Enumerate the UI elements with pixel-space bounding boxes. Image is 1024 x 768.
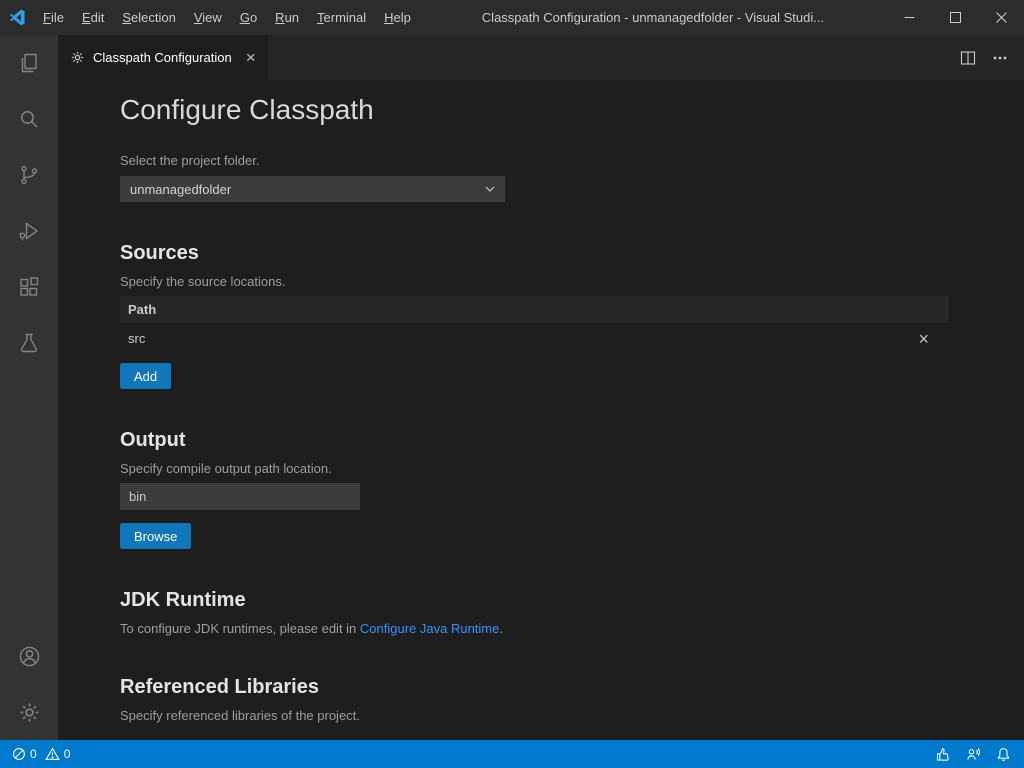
sources-description: Specify the source locations. (120, 274, 949, 289)
source-path-row[interactable]: src × (120, 323, 949, 354)
window-title: Classpath Configuration - unmanagedfolde… (420, 10, 886, 25)
jdk-text-prefix: To configure JDK runtimes, please edit i… (120, 621, 360, 636)
errors-icon (12, 747, 26, 761)
referenced-libraries-description: Specify referenced libraries of the proj… (120, 708, 949, 723)
menu-item-view[interactable]: View (185, 0, 231, 35)
source-control-icon[interactable] (0, 147, 58, 203)
referenced-libraries-section: Referenced Libraries Specify referenced … (120, 676, 949, 723)
maximize-button[interactable] (932, 0, 978, 35)
account-icon[interactable] (0, 628, 58, 684)
warnings-count: 0 (64, 747, 75, 761)
minimize-button[interactable] (886, 0, 932, 35)
output-section: Output Specify compile output path locat… (120, 429, 949, 549)
add-source-button[interactable]: Add (120, 363, 171, 389)
output-heading: Output (120, 429, 949, 452)
jdk-runtime-section: JDK Runtime To configure JDK runtimes, p… (120, 589, 949, 636)
sources-heading: Sources (120, 242, 949, 265)
page-title: Configure Classpath (120, 94, 949, 126)
java-status-thumbsup-icon[interactable] (930, 740, 956, 768)
menu-item-edit[interactable]: Edit (73, 0, 113, 35)
menu-item-file[interactable]: File (34, 0, 73, 35)
remove-source-icon[interactable]: × (918, 330, 929, 348)
browse-output-button[interactable]: Browse (120, 523, 191, 549)
source-path-value: src (128, 331, 145, 346)
sources-table: Path src × (120, 296, 949, 354)
editor-actions (960, 35, 1024, 80)
menu-item-selection[interactable]: Selection (113, 0, 184, 35)
settings-gear-icon[interactable] (0, 684, 58, 740)
run-debug-icon[interactable] (0, 203, 58, 259)
tab-label: Classpath Configuration (93, 50, 232, 65)
project-folder-selected-value: unmanagedfolder (130, 182, 231, 197)
menu-item-terminal[interactable]: Terminal (308, 0, 375, 35)
output-description: Specify compile output path location. (120, 461, 949, 476)
window-controls (886, 0, 1024, 35)
configure-java-runtime-link[interactable]: Configure Java Runtime (360, 621, 499, 636)
tab-close-icon[interactable]: × (246, 49, 256, 66)
search-icon[interactable] (0, 91, 58, 147)
close-window-button[interactable] (978, 0, 1024, 35)
explorer-icon[interactable] (0, 35, 58, 91)
classpath-config-tab-icon (70, 50, 85, 65)
menu-item-help[interactable]: Help (375, 0, 420, 35)
more-actions-icon[interactable] (992, 50, 1008, 66)
classpath-configuration-page: Configure Classpath Select the project f… (58, 80, 1024, 740)
status-bar-left: 0 0 (8, 747, 78, 761)
extensions-icon[interactable] (0, 259, 58, 315)
path-column-header: Path (128, 302, 156, 317)
jdk-runtime-heading: JDK Runtime (120, 589, 949, 612)
jdk-runtime-text: To configure JDK runtimes, please edit i… (120, 621, 949, 636)
tab-bar: Classpath Configuration × (58, 35, 1024, 80)
menu-item-go[interactable]: Go (231, 0, 266, 35)
title-bar: File Edit Selection View Go Run Terminal… (0, 0, 1024, 35)
sources-table-header: Path (120, 296, 949, 323)
errors-count: 0 (30, 747, 41, 761)
warnings-icon (45, 747, 60, 761)
menu-item-run[interactable]: Run (266, 0, 308, 35)
testing-icon[interactable] (0, 315, 58, 371)
chevron-down-icon (485, 186, 495, 192)
feedback-icon[interactable] (960, 740, 986, 768)
status-bar: 0 0 (0, 740, 1024, 768)
status-bar-right (930, 740, 1016, 768)
menu-bar: File Edit Selection View Go Run Terminal… (34, 0, 420, 35)
split-editor-icon[interactable] (960, 50, 976, 66)
project-folder-label: Select the project folder. (120, 153, 949, 168)
project-folder-dropdown[interactable]: unmanagedfolder (120, 176, 505, 202)
referenced-libraries-heading: Referenced Libraries (120, 676, 949, 699)
tab-classpath-configuration[interactable]: Classpath Configuration × (58, 35, 268, 80)
sources-section: Sources Specify the source locations. Pa… (120, 242, 949, 389)
main-area: Classpath Configuration × (0, 35, 1024, 740)
activity-bar (0, 35, 58, 740)
vscode-logo-icon (0, 9, 34, 26)
problems-indicator[interactable]: 0 0 (8, 747, 78, 761)
jdk-text-suffix: . (499, 621, 503, 636)
editor-column: Classpath Configuration × (58, 35, 1024, 740)
notifications-bell-icon[interactable] (990, 740, 1016, 768)
output-path-input[interactable] (120, 483, 360, 510)
vscode-window: File Edit Selection View Go Run Terminal… (0, 0, 1024, 768)
